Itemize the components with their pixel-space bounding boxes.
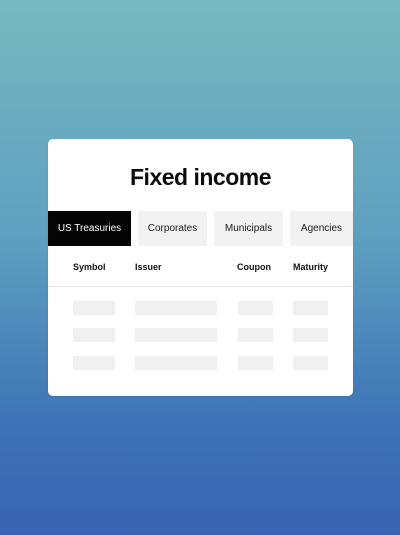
maturity-cell-placeholder [293, 301, 328, 315]
column-header-issuer[interactable]: Issuer [135, 262, 162, 272]
page-title: Fixed income [130, 164, 271, 190]
tab-municipals[interactable]: Municipals [214, 211, 283, 246]
issuer-cell-placeholder [135, 356, 217, 370]
coupon-cell-placeholder [238, 328, 273, 342]
coupon-cell-placeholder [238, 356, 273, 370]
fixed-income-card: Fixed income US Treasuries Corporates Mu… [48, 139, 353, 396]
coupon-cell-placeholder [238, 301, 273, 315]
column-header-symbol[interactable]: Symbol [73, 262, 106, 272]
header-divider [48, 286, 353, 287]
table-row[interactable] [48, 301, 353, 315]
tab-us-treasuries[interactable]: US Treasuries [48, 211, 131, 246]
symbol-cell-placeholder [73, 301, 115, 315]
table-row[interactable] [48, 356, 353, 370]
table-header: Symbol Issuer Coupon Maturity [48, 257, 353, 287]
symbol-cell-placeholder [73, 328, 115, 342]
maturity-cell-placeholder [293, 356, 328, 370]
table-row[interactable] [48, 328, 353, 342]
issuer-cell-placeholder [135, 301, 217, 315]
tab-corporates[interactable]: Corporates [138, 211, 207, 246]
column-header-maturity[interactable]: Maturity [293, 262, 328, 272]
maturity-cell-placeholder [293, 328, 328, 342]
issuer-cell-placeholder [135, 328, 217, 342]
tab-bar: US Treasuries Corporates Municipals Agen… [48, 211, 353, 246]
symbol-cell-placeholder [73, 356, 115, 370]
tab-agencies[interactable]: Agencies [290, 211, 353, 246]
column-header-coupon[interactable]: Coupon [237, 262, 271, 272]
